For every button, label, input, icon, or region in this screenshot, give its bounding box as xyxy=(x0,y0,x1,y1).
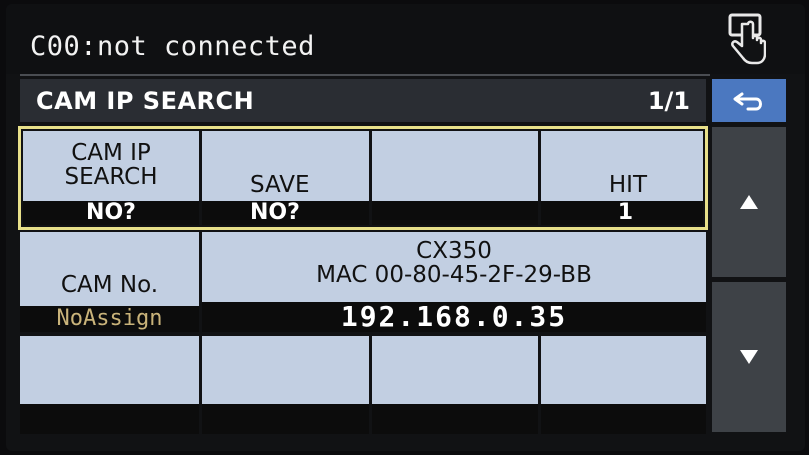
up-triangle-icon xyxy=(740,195,758,209)
cam-ip-search-label: CAM IP SEARCH xyxy=(64,140,158,190)
empty-setting-cell xyxy=(372,131,538,225)
save-cell[interactable]: SAVE NO? xyxy=(202,131,369,225)
save-label: SAVE xyxy=(250,172,310,198)
empty-cell-value xyxy=(20,404,199,434)
cam-ip-search-value: NO? xyxy=(23,201,199,225)
status-bar: C00:not connected xyxy=(6,4,805,74)
camera-lcd-screen: C00:not connected CAM IP SEARCH 1/1 CAM … xyxy=(6,4,805,451)
back-button[interactable] xyxy=(712,79,786,122)
connection-status: C00:not connected xyxy=(30,31,315,62)
scroll-down-button[interactable] xyxy=(712,282,786,432)
empty-cell-value xyxy=(541,404,706,434)
down-triangle-icon xyxy=(740,350,758,364)
cam-no-value: NoAssign xyxy=(20,306,199,332)
hit-cell[interactable]: HIT 1 xyxy=(541,131,703,225)
empty-cell-value xyxy=(372,404,538,434)
empty-cell xyxy=(202,336,369,434)
camera-result-row[interactable]: CAM No. NoAssign CX350 MAC 00-80-45-2F-2… xyxy=(20,232,706,332)
status-divider xyxy=(20,74,710,76)
title-bar: CAM IP SEARCH 1/1 xyxy=(20,79,706,122)
scroll-up-button[interactable] xyxy=(712,127,786,277)
page-title: CAM IP SEARCH xyxy=(36,87,255,115)
camera-model: CX350 xyxy=(416,238,492,264)
camera-ip-address: 192.168.0.35 xyxy=(202,302,706,332)
cam-no-cell[interactable]: CAM No. NoAssign xyxy=(20,232,199,332)
hit-label: HIT xyxy=(608,172,647,198)
camera-info-cell[interactable]: CX350 MAC 00-80-45-2F-29-BB 192.168.0.35 xyxy=(202,232,706,332)
touch-hand-icon[interactable] xyxy=(724,10,766,70)
camera-mac: MAC 00-80-45-2F-29-BB xyxy=(316,262,592,288)
back-arrow-icon xyxy=(733,92,762,110)
page-indicator: 1/1 xyxy=(647,87,690,115)
cam-ip-search-cell[interactable]: CAM IP SEARCH NO? xyxy=(23,131,199,225)
empty-setting-value xyxy=(372,201,538,225)
empty-cell xyxy=(372,336,538,434)
cam-no-label: CAM No. xyxy=(60,272,159,298)
empty-cell xyxy=(20,336,199,434)
empty-result-row xyxy=(20,336,706,434)
empty-cell-value xyxy=(202,404,369,434)
search-settings-row: CAM IP SEARCH NO? SAVE NO? HIT 1 xyxy=(18,126,708,230)
empty-cell xyxy=(541,336,706,434)
hit-value: 1 xyxy=(541,201,703,225)
save-value: NO? xyxy=(202,201,369,225)
